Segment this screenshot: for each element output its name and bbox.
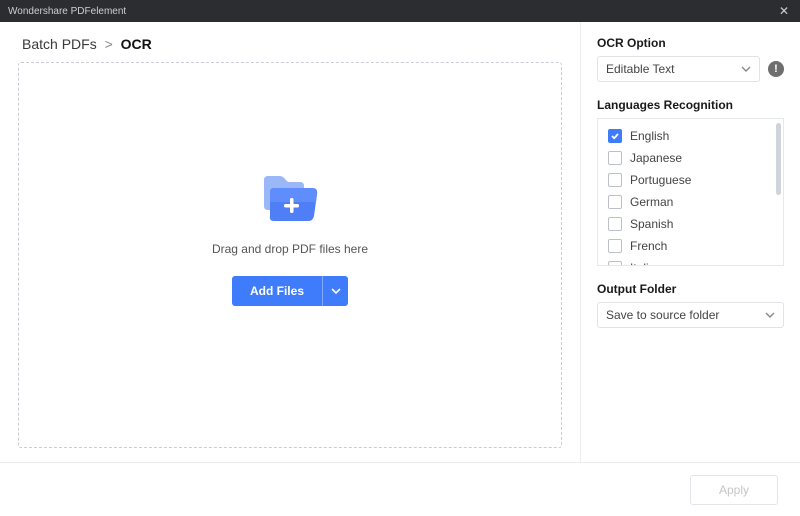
languages-label: Languages Recognition [597,98,784,112]
language-item[interactable]: French [602,235,779,257]
checkbox[interactable] [608,173,622,187]
footer: Apply [0,462,800,516]
ocr-option-value: Editable Text [606,62,675,76]
checkbox[interactable] [608,261,622,266]
language-label: Japanese [630,151,682,165]
language-label: French [630,239,667,253]
left-pane: Batch PDFs > OCR Drag and drop PDF files… [0,22,580,462]
language-item[interactable]: Japanese [602,147,779,169]
right-pane: OCR Option Editable Text ! Languages Rec… [580,22,800,462]
output-folder-select[interactable]: Save to source folder [597,302,784,328]
language-item[interactable]: German [602,191,779,213]
chevron-down-icon [741,64,751,74]
scrollbar-thumb[interactable] [776,123,781,195]
checkbox[interactable] [608,217,622,231]
breadcrumb-current: OCR [121,36,152,52]
language-label: Portuguese [630,173,691,187]
ocr-option-select[interactable]: Editable Text [597,56,760,82]
chevron-down-icon [331,286,341,296]
add-files-group: Add Files [232,276,348,306]
info-icon[interactable]: ! [768,61,784,77]
language-label: Italian [630,261,662,266]
checkbox[interactable] [608,239,622,253]
dropzone-hint: Drag and drop PDF files here [212,242,368,256]
checkbox[interactable] [608,129,622,143]
output-folder-value: Save to source folder [606,308,719,322]
language-item[interactable]: Portuguese [602,169,779,191]
breadcrumb: Batch PDFs > OCR [22,36,562,52]
checkbox[interactable] [608,151,622,165]
add-files-button[interactable]: Add Files [232,276,322,306]
ocr-option-label: OCR Option [597,36,784,50]
language-item[interactable]: Italian [602,257,779,266]
languages-list[interactable]: English Japanese Portuguese German Spanish Fr… [597,118,784,266]
language-item[interactable]: Spanish [602,213,779,235]
file-dropzone[interactable]: Drag and drop PDF files here Add Files [18,62,562,448]
chevron-right-icon: > [105,36,113,52]
close-icon[interactable]: ✕ [776,4,792,18]
language-label: Spanish [630,217,673,231]
window-titlebar: Wondershare PDFelement ✕ [0,0,800,22]
chevron-down-icon [765,310,775,320]
folder-add-icon [260,174,320,226]
language-label: German [630,195,673,209]
language-item[interactable]: English [602,125,779,147]
apply-button[interactable]: Apply [690,475,778,505]
breadcrumb-parent[interactable]: Batch PDFs [22,36,97,52]
content-area: Batch PDFs > OCR Drag and drop PDF files… [0,22,800,462]
window-title: Wondershare PDFelement [8,6,776,17]
checkbox[interactable] [608,195,622,209]
output-folder-label: Output Folder [597,282,784,296]
language-label: English [630,129,669,143]
add-files-dropdown[interactable] [322,276,348,306]
